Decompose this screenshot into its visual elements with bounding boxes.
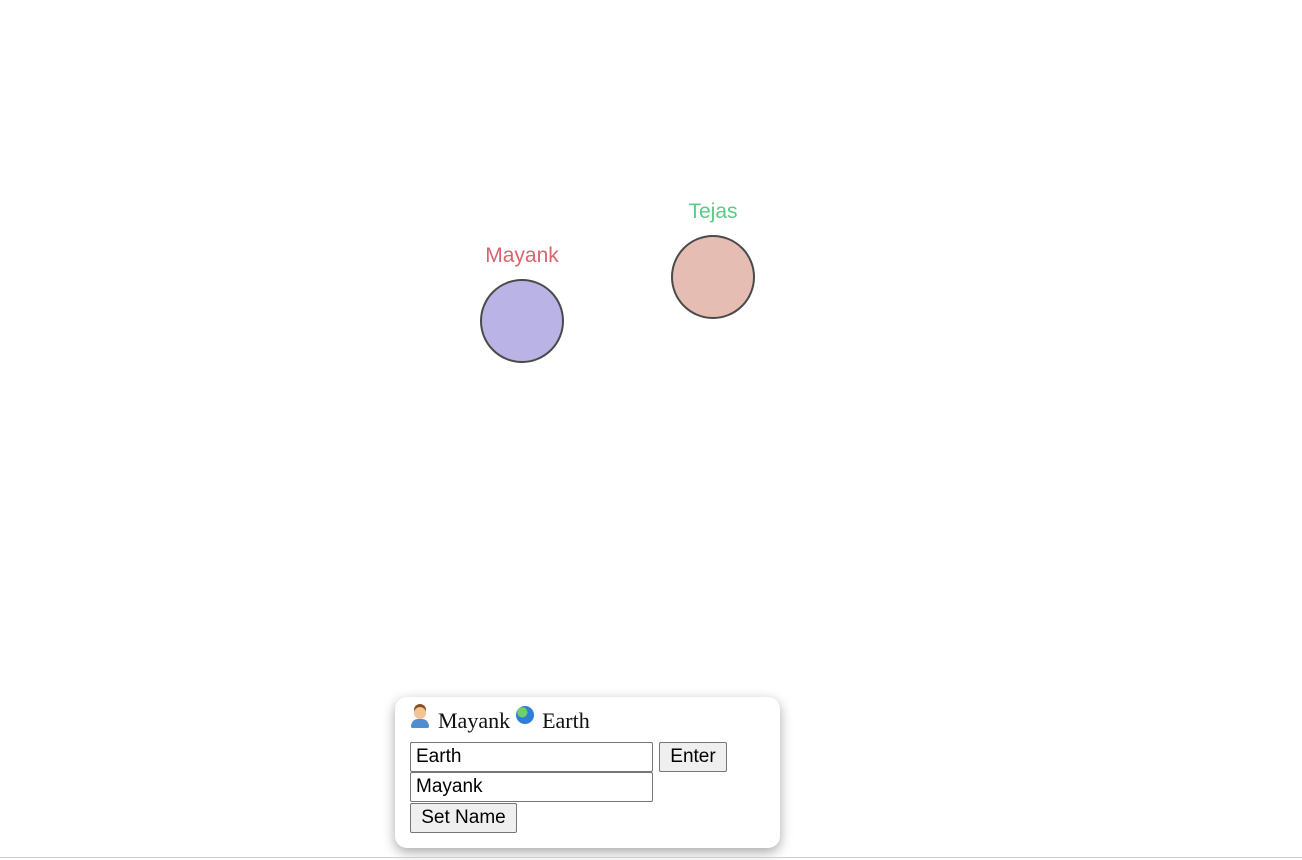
bottom-divider [0,857,1302,858]
current-user-name: Mayank [438,708,511,733]
globe-icon [516,706,535,724]
status-line: Mayank Earth [410,706,596,735]
person-icon [410,706,430,728]
control-panel: Mayank Earth Enter Set Name [395,697,780,848]
avatar-label-mayank: Mayank [485,244,559,267]
room-input[interactable] [410,742,653,772]
avatar-circle-mayank [480,279,564,363]
canvas-stage[interactable]: Mayank Tejas Mayank Earth Enter Set Name [0,0,1302,857]
name-input[interactable] [410,772,653,802]
enter-button[interactable]: Enter [659,742,727,772]
current-room-name: Earth [542,708,590,733]
avatar-label-tejas: Tejas [688,200,738,223]
avatar-circle-tejas [671,235,755,319]
set-name-button[interactable]: Set Name [410,803,517,833]
